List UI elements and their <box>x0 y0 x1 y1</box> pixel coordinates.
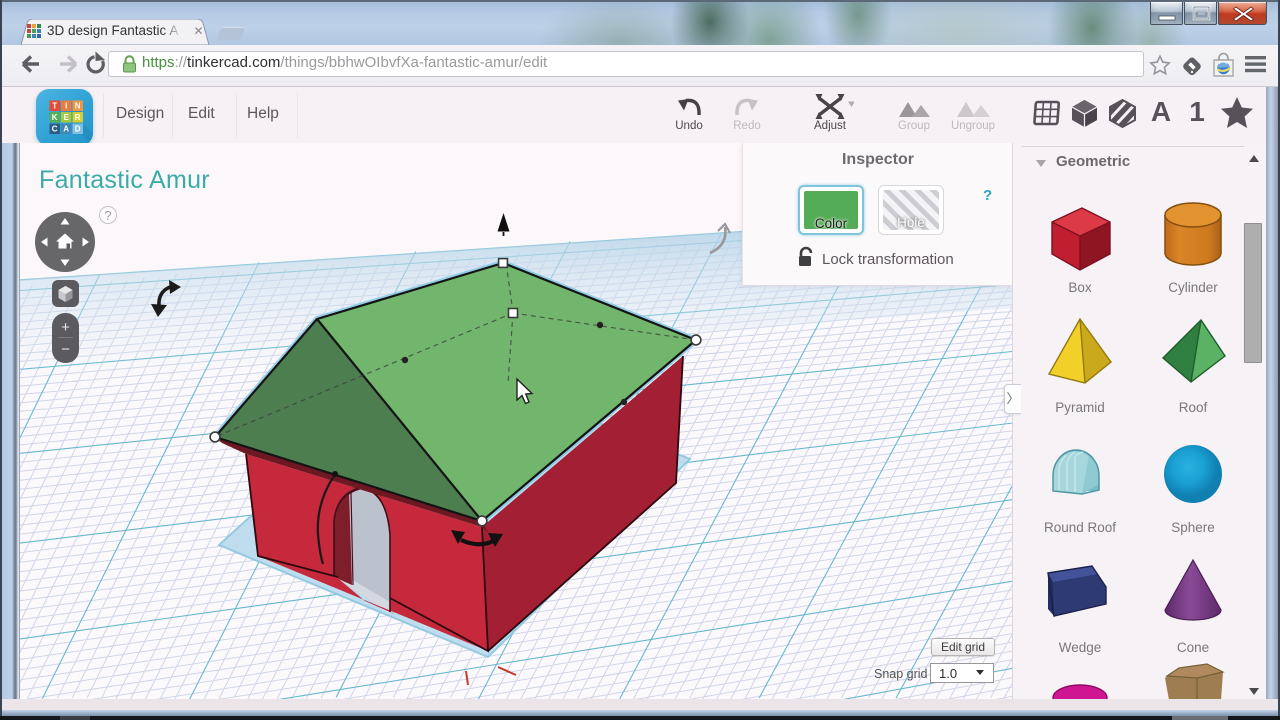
svg-text:E: E <box>64 113 70 122</box>
svg-text:D: D <box>75 125 81 134</box>
svg-text:T: T <box>52 102 57 111</box>
svg-text:K: K <box>52 113 58 122</box>
svg-text:C: C <box>52 125 58 134</box>
svg-text:A: A <box>63 125 69 134</box>
svg-text:R: R <box>75 113 81 122</box>
svg-text:I: I <box>65 102 67 111</box>
svg-text:N: N <box>75 102 81 111</box>
